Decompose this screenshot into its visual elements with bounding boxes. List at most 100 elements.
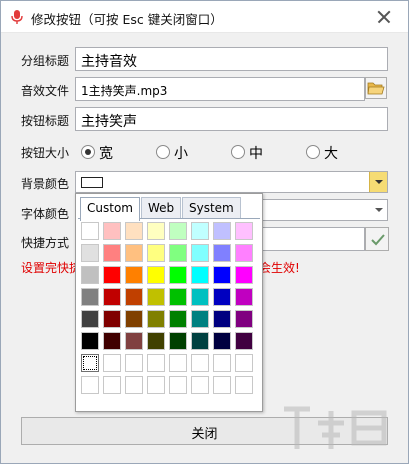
confirm-shortcut-button[interactable] [365,227,389,251]
chevron-down-icon[interactable] [371,200,387,220]
size-option-label: 宽 [99,146,113,162]
color-swatch-cell[interactable] [235,288,253,306]
edit-button-dialog: 修改按钮（可按 Esc 键关闭窗口） 分组标题 主持音效 音效文件 1主持笑声.… [0,0,409,464]
color-swatch-cell[interactable] [81,354,99,372]
color-swatch-cell[interactable] [191,354,209,372]
color-swatch-cell[interactable] [147,244,165,262]
color-swatch-cell[interactable] [125,244,143,262]
group-title-input[interactable]: 主持音效 [75,47,388,71]
shortcut-label: 快捷方式 [21,236,70,250]
color-swatch-cell[interactable] [147,266,165,284]
color-swatch-cell[interactable] [147,376,165,394]
color-swatch-cell[interactable] [213,288,231,306]
bg-color-dropdown[interactable] [75,171,388,193]
color-swatch-cell[interactable] [213,332,231,350]
color-swatch-cell[interactable] [147,354,165,372]
color-swatch-cell[interactable] [125,376,143,394]
color-swatch-cell[interactable] [169,222,187,240]
color-swatch-cell[interactable] [103,332,121,350]
warning-text-end: 会生效! [259,261,300,275]
color-swatch-cell[interactable] [147,310,165,328]
color-swatch-cell[interactable] [191,266,209,284]
button-title-label: 按钮标题 [21,114,70,128]
color-swatch-cell[interactable] [191,288,209,306]
color-swatch-cell[interactable] [169,288,187,306]
color-swatch-cell[interactable] [125,332,143,350]
browse-file-button[interactable] [365,77,387,99]
color-swatch-cell[interactable] [169,376,187,394]
color-swatch-cell[interactable] [81,332,99,350]
custom-palette-panel [78,218,260,408]
color-swatch-cell[interactable] [81,288,99,306]
color-swatch-cell[interactable] [235,332,253,350]
button-title-input[interactable]: 主持笑声 [75,107,388,131]
color-swatch-cell[interactable] [103,376,121,394]
color-swatch-cell[interactable] [191,332,209,350]
window-title: 修改按钮（可按 Esc 键关闭窗口） [31,12,223,27]
button-title-value: 主持笑声 [81,114,137,130]
tab-custom[interactable]: Custom [80,197,140,221]
color-swatch-cell[interactable] [103,266,121,284]
color-swatch-cell[interactable] [125,222,143,240]
color-swatch-cell[interactable] [191,222,209,240]
color-swatch-cell[interactable] [103,222,121,240]
title-bar: 修改按钮（可按 Esc 键关闭窗口） [1,1,408,33]
color-swatch-cell[interactable] [213,354,231,372]
color-swatch-cell[interactable] [213,244,231,262]
close-icon[interactable] [374,7,394,27]
group-title-value: 主持音效 [81,54,137,70]
close-button-label: 关闭 [191,427,218,442]
color-swatch-cell[interactable] [81,222,99,240]
color-swatch-cell[interactable] [103,310,121,328]
color-swatch-cell[interactable] [169,354,187,372]
color-swatch-cell[interactable] [235,354,253,372]
color-swatch-cell[interactable] [169,266,187,284]
color-swatch-cell[interactable] [191,244,209,262]
color-swatch-cell[interactable] [147,288,165,306]
color-swatch-cell[interactable] [103,244,121,262]
color-swatch-cell[interactable] [235,376,253,394]
warning-text: 设置完快捷 [21,261,82,275]
color-swatch-cell[interactable] [81,266,99,284]
radio-indicator [81,145,95,159]
color-swatch-cell[interactable] [81,310,99,328]
color-swatch-cell[interactable] [191,310,209,328]
color-swatch-cell[interactable] [169,310,187,328]
color-swatch-cell[interactable] [213,222,231,240]
color-swatch-cell[interactable] [235,310,253,328]
radio-indicator [231,145,245,159]
color-swatch-cell[interactable] [103,354,121,372]
color-swatch-cell[interactable] [81,376,99,394]
button-size-label: 按钮大小 [21,146,70,160]
font-color-label: 字体颜色 [21,207,70,221]
color-swatch-cell[interactable] [125,354,143,372]
group-title-label: 分组标题 [21,54,70,68]
color-swatch-cell[interactable] [213,266,231,284]
sound-file-label: 音效文件 [21,84,70,98]
sound-file-input[interactable]: 1主持笑声.mp3 [75,77,365,101]
color-swatch-cell[interactable] [169,332,187,350]
size-option-label: 大 [324,146,338,162]
folder-open-icon [367,82,385,95]
color-swatch-cell[interactable] [213,376,231,394]
color-swatch-cell[interactable] [125,266,143,284]
color-swatch-cell[interactable] [235,244,253,262]
font-color-dropdown[interactable] [261,199,388,221]
color-swatch-cell[interactable] [81,244,99,262]
color-swatch-cell[interactable] [103,288,121,306]
size-option-label: 小 [174,146,188,162]
color-swatch-cell[interactable] [125,288,143,306]
color-swatch-cell[interactable] [235,222,253,240]
color-swatch-cell[interactable] [235,266,253,284]
color-swatch-cell[interactable] [125,310,143,328]
chevron-down-icon[interactable] [369,172,387,192]
color-swatch-cell[interactable] [191,376,209,394]
color-swatch-cell[interactable] [147,332,165,350]
tab-system[interactable]: System [182,197,241,219]
color-swatch-cell[interactable] [147,222,165,240]
color-swatch-cell[interactable] [213,310,231,328]
watermark-logo [284,406,387,449]
shortcut-input[interactable] [261,227,365,251]
tab-web[interactable]: Web [141,197,182,219]
color-swatch-cell[interactable] [169,244,187,262]
